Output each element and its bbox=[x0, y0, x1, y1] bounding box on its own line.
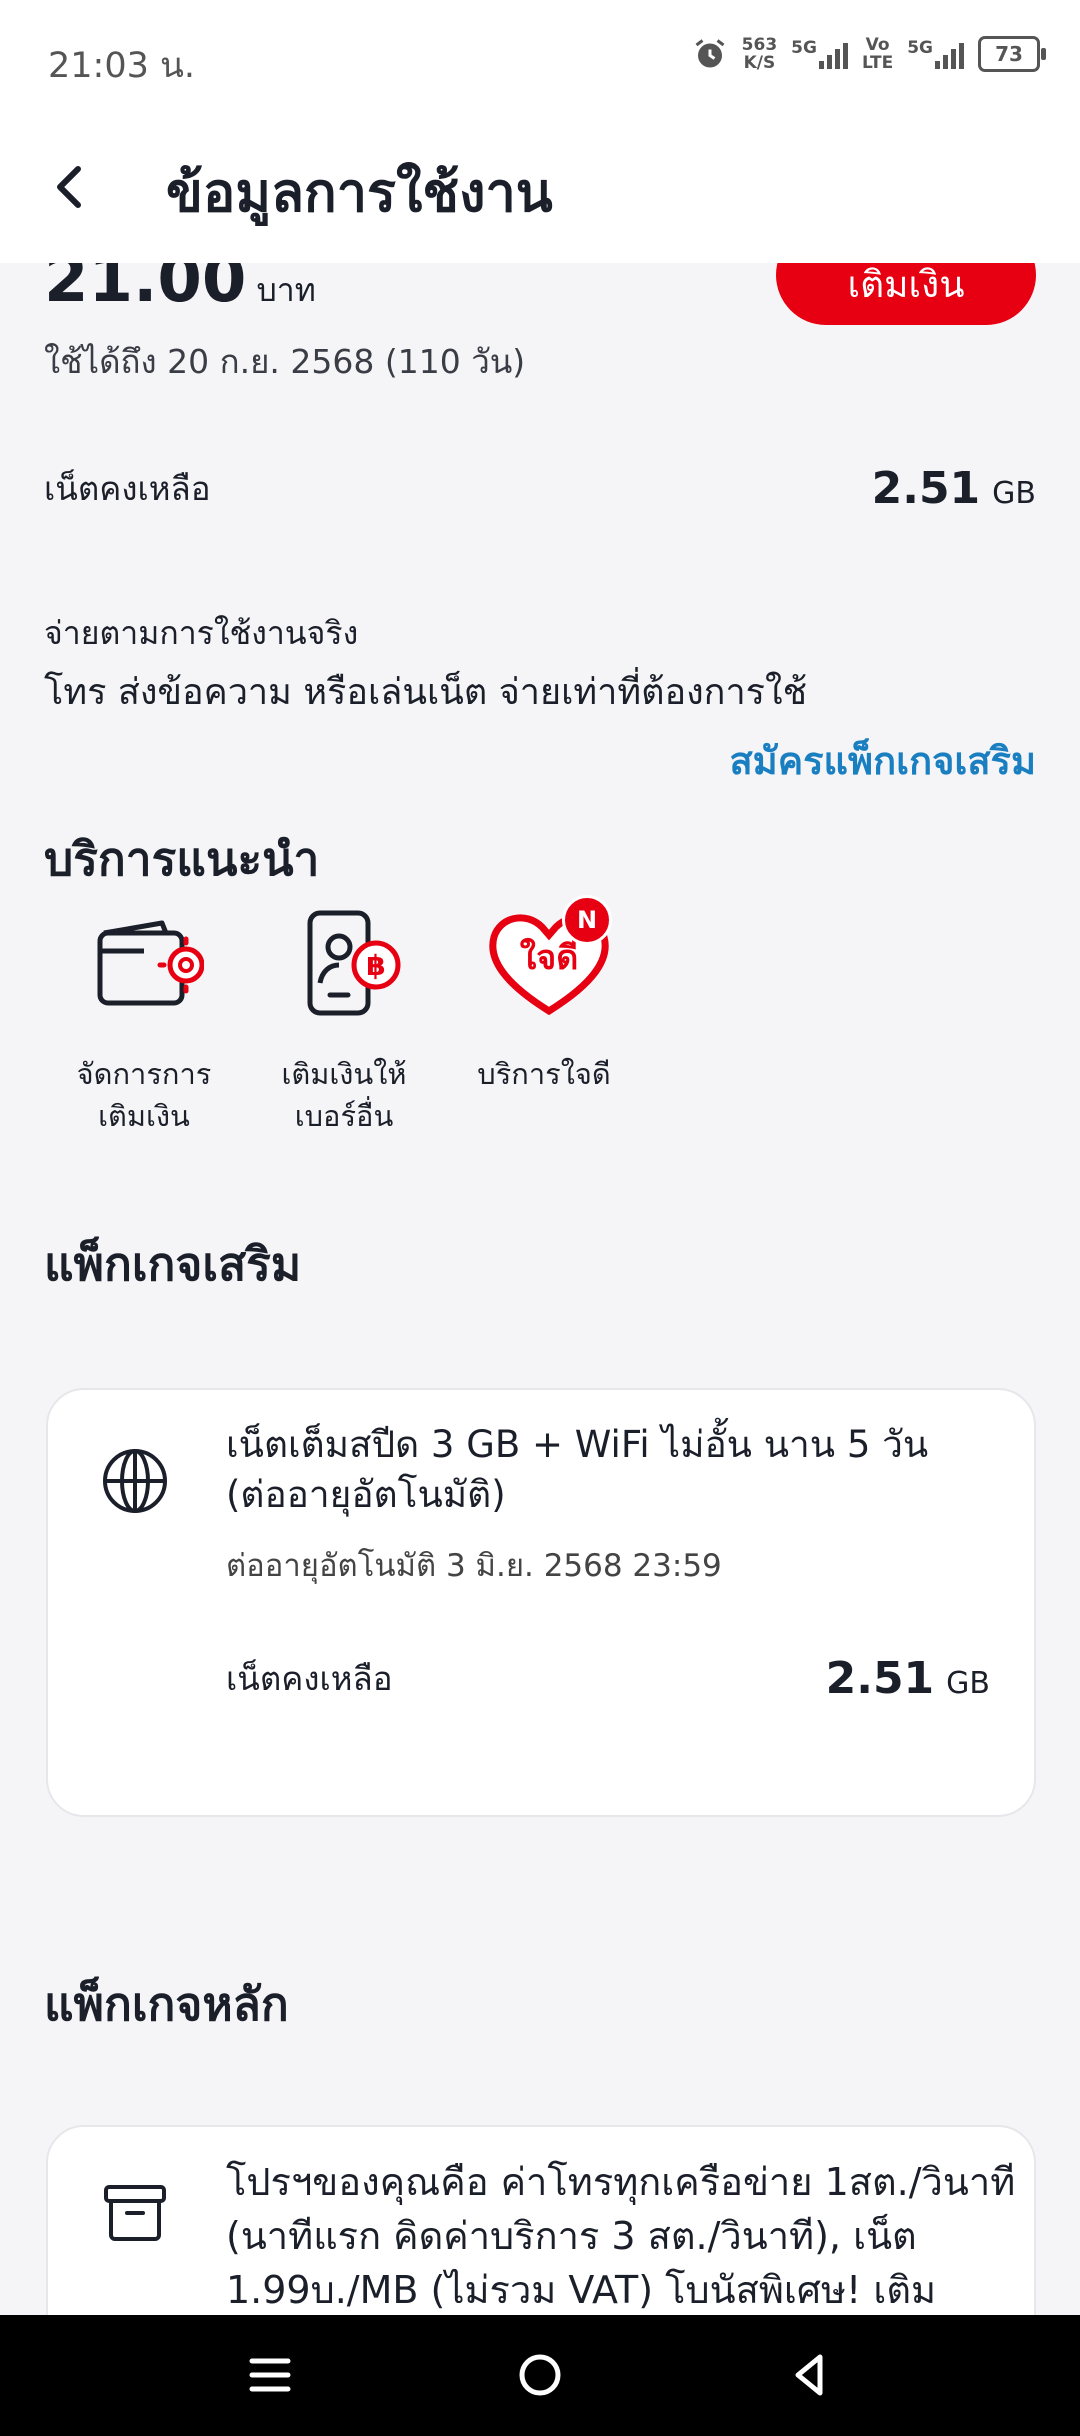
services-title: บริการแนะนำ bbox=[44, 832, 320, 886]
heart-jaidee-icon: ใจดี N bbox=[484, 895, 612, 1023]
addon-packages-title: แพ็กเกจเสริม bbox=[44, 1237, 302, 1291]
wallet-gear-icon bbox=[84, 903, 211, 1023]
main-package-card[interactable]: โปรฯของคุณคือ ค่าโทรทุกเครือข่าย 1สต./วิ… bbox=[46, 2125, 1036, 2315]
svg-text:ใจดี: ใจดี bbox=[520, 937, 579, 978]
package-net-row: เน็ตคงเหลือ 2.51 GB bbox=[226, 1653, 990, 1704]
valid-until: ใช้ได้ถึง 20 ก.ย. 2568 (110 วัน) bbox=[44, 342, 526, 381]
volte-indicator: Vo LTE bbox=[861, 35, 894, 73]
service-label: จัดการการ เติมเงิน bbox=[76, 1057, 212, 1133]
main-package-title: แพ็กเกจหลัก bbox=[44, 1977, 289, 2031]
net-remaining-label: เน็ตคงเหลือ bbox=[44, 468, 211, 508]
page-title: ข้อมูลการใช้งาน bbox=[166, 161, 553, 224]
home-circle-icon[interactable] bbox=[510, 2345, 570, 2405]
pay-per-use-description: โทร ส่งข้อความ หรือเล่นเน็ต จ่ายเท่าที่ต… bbox=[44, 672, 808, 713]
archive-box-icon bbox=[104, 2185, 166, 2241]
signal-1: 5G bbox=[791, 39, 848, 69]
back-arrow-icon[interactable] bbox=[40, 155, 104, 219]
service-topup-other[interactable]: ฿ เติมเงินให้ เบอร์อื่น bbox=[244, 903, 444, 1137]
balance-amount: 21.00 บาท bbox=[44, 263, 316, 317]
net-remaining-value: 2.51 GB bbox=[871, 462, 1036, 514]
svg-text:฿: ฿ bbox=[366, 949, 385, 982]
package-renew-date: ต่ออายุอัตโนมัติ 3 มิ.ย. 2568 23:59 bbox=[226, 1548, 722, 1584]
addon-package-card[interactable]: เน็ตเต็มสปีด 3 GB + WiFi ไม่อั้น นาน 5 ว… bbox=[46, 1388, 1036, 1817]
back-triangle-icon[interactable] bbox=[780, 2345, 840, 2405]
service-label: เติมเงินให้ เบอร์อื่น bbox=[281, 1057, 407, 1133]
subscribe-addon-link[interactable]: สมัครแพ็กเกจเสริม bbox=[729, 730, 1036, 791]
globe-icon bbox=[103, 1449, 167, 1513]
app-header: ข้อมูลการใช้งาน bbox=[0, 115, 1080, 263]
status-time: 21:03 น. bbox=[48, 46, 196, 86]
pay-per-use-title: จ่ายตามการใช้งานจริง bbox=[44, 614, 359, 652]
menu-icon[interactable] bbox=[240, 2345, 300, 2405]
battery-icon: 73 bbox=[978, 36, 1046, 72]
new-badge: N bbox=[562, 895, 612, 945]
net-remaining-row: เน็ตคงเหลือ 2.51 GB bbox=[44, 458, 1036, 518]
status-bar: 21:03 น. 563 K/S 5G Vo LTE 5G 73 bbox=[0, 0, 1080, 115]
services-list: จัดการการ เติมเงิน ฿ เติมเงินให้ เบอร์อื… bbox=[44, 895, 644, 1137]
net-speed: 563 K/S bbox=[741, 35, 778, 73]
alarm-icon bbox=[695, 39, 725, 68]
service-label: บริการใจดี bbox=[477, 1057, 611, 1091]
signal-2: 5G bbox=[907, 39, 964, 69]
service-jaidee[interactable]: ใจดี N บริการใจดี bbox=[444, 895, 644, 1137]
scroll-content[interactable]: 21.00 บาท ใช้ได้ถึง 20 ก.ย. 2568 (110 วัน… bbox=[0, 263, 1080, 2315]
phone-baht-icon: ฿ bbox=[284, 903, 404, 1023]
signal-bars-icon bbox=[818, 39, 848, 69]
system-nav-bar bbox=[0, 2315, 1080, 2436]
status-icons: 563 K/S 5G Vo LTE 5G 73 bbox=[692, 35, 1046, 73]
main-package-description: โปรฯของคุณคือ ค่าโทรทุกเครือข่าย 1สต./วิ… bbox=[226, 2160, 1016, 2312]
service-manage-topup[interactable]: จัดการการ เติมเงิน bbox=[44, 903, 244, 1137]
topup-button[interactable]: เติมเงิน bbox=[776, 263, 1036, 325]
signal-bars-icon bbox=[935, 39, 964, 69]
package-name: เน็ตเต็มสปีด 3 GB + WiFi ไม่อั้น นาน 5 ว… bbox=[226, 1423, 929, 1516]
